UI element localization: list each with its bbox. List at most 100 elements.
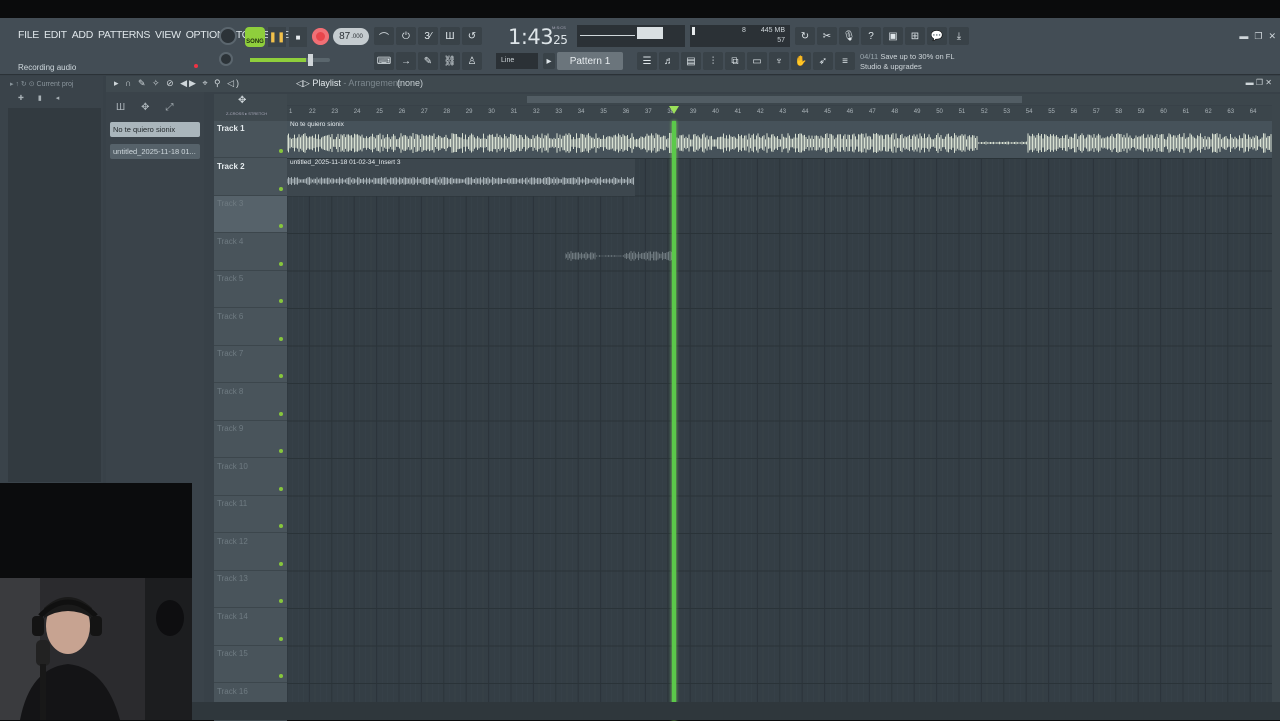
pattern-select[interactable]: Pattern 1: [557, 52, 623, 70]
track-mute-led[interactable]: [279, 374, 283, 378]
mic-input-button[interactable]: ♆: [769, 52, 789, 70]
arrangement-selector[interactable]: (none): [397, 78, 423, 88]
download-button[interactable]: ⤓: [949, 27, 969, 45]
track-header-5[interactable]: Track 5: [214, 271, 287, 308]
picker-clip-1[interactable]: No te quiero sionix: [110, 122, 200, 137]
menu-item-file[interactable]: FILE: [18, 29, 39, 41]
piano-roll-button[interactable]: ♬: [659, 52, 679, 70]
typing-keyboard-button[interactable]: ⌨: [374, 52, 394, 70]
track-header-4[interactable]: Track 4: [214, 234, 287, 271]
restore-icon[interactable]: ❐: [1254, 31, 1262, 42]
undo-history-button[interactable]: ↻: [795, 27, 815, 45]
help-button[interactable]: ?: [861, 27, 881, 45]
minimize-icon[interactable]: ▬: [1239, 31, 1248, 42]
scroll-thumb[interactable]: [527, 96, 1022, 103]
play-pause-button[interactable]: ❚❚: [268, 27, 286, 47]
wait-input-button[interactable]: ⏻: [396, 27, 416, 45]
track-mute-led[interactable]: [279, 299, 283, 303]
snap-mode-label[interactable]: Z-CROSS ▸ STRETCH: [226, 111, 267, 116]
track-header-1[interactable]: Track 1: [214, 121, 287, 158]
track-mute-led[interactable]: [279, 449, 283, 453]
tempo-display[interactable]: 87.000: [333, 28, 369, 45]
track-mute-led[interactable]: [279, 261, 283, 266]
picker-clip-2[interactable]: untitled_2025-11-18 01...: [110, 144, 200, 159]
track-mute-led[interactable]: [279, 561, 283, 566]
metronome-button[interactable]: ⌒: [374, 27, 394, 45]
draw-tool-button[interactable]: ✎: [418, 52, 438, 70]
playhead-marker[interactable]: [669, 106, 679, 114]
track-header-14[interactable]: Track 14: [214, 609, 287, 646]
bird-button[interactable]: ➶: [813, 52, 833, 70]
browser-tools[interactable]: ✚▮◂: [18, 94, 73, 102]
plugin-picker-button[interactable]: ⧉: [725, 52, 745, 70]
mic-button[interactable]: 🎙: [839, 27, 859, 45]
track-header-12[interactable]: Track 12: [214, 534, 287, 571]
track-mute-led[interactable]: [279, 524, 283, 528]
track-mute-led[interactable]: [279, 636, 283, 641]
menu-item-patterns[interactable]: PATTERNS: [98, 29, 150, 41]
snap-select[interactable]: Line: [496, 53, 538, 69]
menu-item-view[interactable]: VIEW: [155, 29, 181, 41]
mixer-window-button[interactable]: ⫶: [703, 52, 723, 70]
track-header-15[interactable]: Track 15: [214, 646, 287, 683]
track-header-2[interactable]: Track 2: [214, 159, 287, 196]
track-mute-led[interactable]: [279, 486, 283, 491]
main-pitch-knob[interactable]: [219, 52, 233, 66]
song-mode-button[interactable]: SONG: [245, 27, 265, 47]
track-header-6[interactable]: Track 6: [214, 309, 287, 346]
browser-tree[interactable]: [8, 108, 101, 482]
track-mute-led[interactable]: [279, 674, 283, 678]
playlist-window-button[interactable]: ☰: [637, 52, 657, 70]
timeline-ruler[interactable]: 1 22 23 24 25 26 27 28 29 30 31 32 33 34 35 36 37 38 39 40 4…: [287, 106, 1272, 121]
audio-clip[interactable]: [565, 234, 673, 271]
promo-panel[interactable]: 04/11 Save up to 30% on FL Studio & upgr…: [860, 52, 955, 72]
pattern-prev-button[interactable]: ▸: [543, 53, 555, 69]
track-mute-led[interactable]: [279, 411, 283, 416]
step-edit-button[interactable]: Ш: [440, 27, 460, 45]
arrow-button[interactable]: →: [396, 52, 416, 70]
save-button[interactable]: ▣: [883, 27, 903, 45]
cut-button[interactable]: ✂: [817, 27, 837, 45]
master-volume-handle[interactable]: [308, 54, 313, 66]
news-button[interactable]: ≡: [835, 52, 855, 70]
track-mute-led[interactable]: [279, 186, 283, 191]
audio-clip[interactable]: No te quiero sionix: [287, 121, 1272, 158]
record-button[interactable]: [312, 28, 329, 45]
main-volume-knob[interactable]: [219, 27, 237, 45]
track-header-11[interactable]: Track 11: [214, 496, 287, 533]
track-header-8[interactable]: Track 8: [214, 384, 287, 421]
track-header-13[interactable]: Track 13: [214, 571, 287, 608]
track-mute-led[interactable]: [279, 336, 283, 341]
stamp-button[interactable]: ♙: [462, 52, 482, 70]
countdown-button[interactable]: 3⁄: [418, 27, 438, 45]
horizontal-scrollbar[interactable]: [287, 94, 1272, 105]
menu-item-add[interactable]: ADD: [72, 29, 94, 41]
track-header-9[interactable]: Track 9: [214, 421, 287, 458]
track-header-3[interactable]: Track 3: [214, 196, 287, 233]
cpu-value: 57: [777, 37, 785, 44]
mixer-button[interactable]: ⊞: [905, 27, 925, 45]
zoom-icon[interactable]: ✥: [238, 95, 246, 106]
track-mute-led[interactable]: [279, 224, 283, 228]
track-mute-led[interactable]: [279, 149, 283, 153]
vertical-scrollbar[interactable]: [1272, 94, 1280, 720]
stop-button[interactable]: ■: [289, 27, 307, 47]
close-icon[interactable]: ✕: [1268, 31, 1276, 42]
playlist-tools[interactable]: ▸ ∩ ✎ ✧ ⊘ ◀▶ ⌖ ⚲ ◁): [114, 78, 241, 89]
track-header-7[interactable]: Track 7: [214, 346, 287, 383]
playlist-window-controls[interactable]: ▬ ❐ ✕: [1246, 78, 1272, 87]
master-volume-slider[interactable]: [250, 54, 330, 66]
picker-tools[interactable]: Ш✥⤢: [116, 102, 190, 113]
track-mute-led[interactable]: [279, 599, 283, 603]
menu-item-edit[interactable]: EDIT: [44, 29, 67, 41]
channel-rack-button[interactable]: ▤: [681, 52, 701, 70]
chat-button[interactable]: 💬: [927, 27, 947, 45]
tempo-tapper-button[interactable]: ✋: [791, 52, 811, 70]
track-header-10[interactable]: Track 10: [214, 459, 287, 496]
playlist-grid[interactable]: No te quiero sionix untitled_2025-11-18 0…: [287, 121, 1272, 720]
link-button[interactable]: ⛓: [440, 52, 460, 70]
audio-clip[interactable]: untitled_2025-11-18 01-02-34_Insert 3: [287, 158, 635, 196]
browser-button[interactable]: ▭: [747, 52, 767, 70]
loop-record-button[interactable]: ↺: [462, 27, 482, 45]
browser-title[interactable]: Current proj: [37, 81, 74, 88]
